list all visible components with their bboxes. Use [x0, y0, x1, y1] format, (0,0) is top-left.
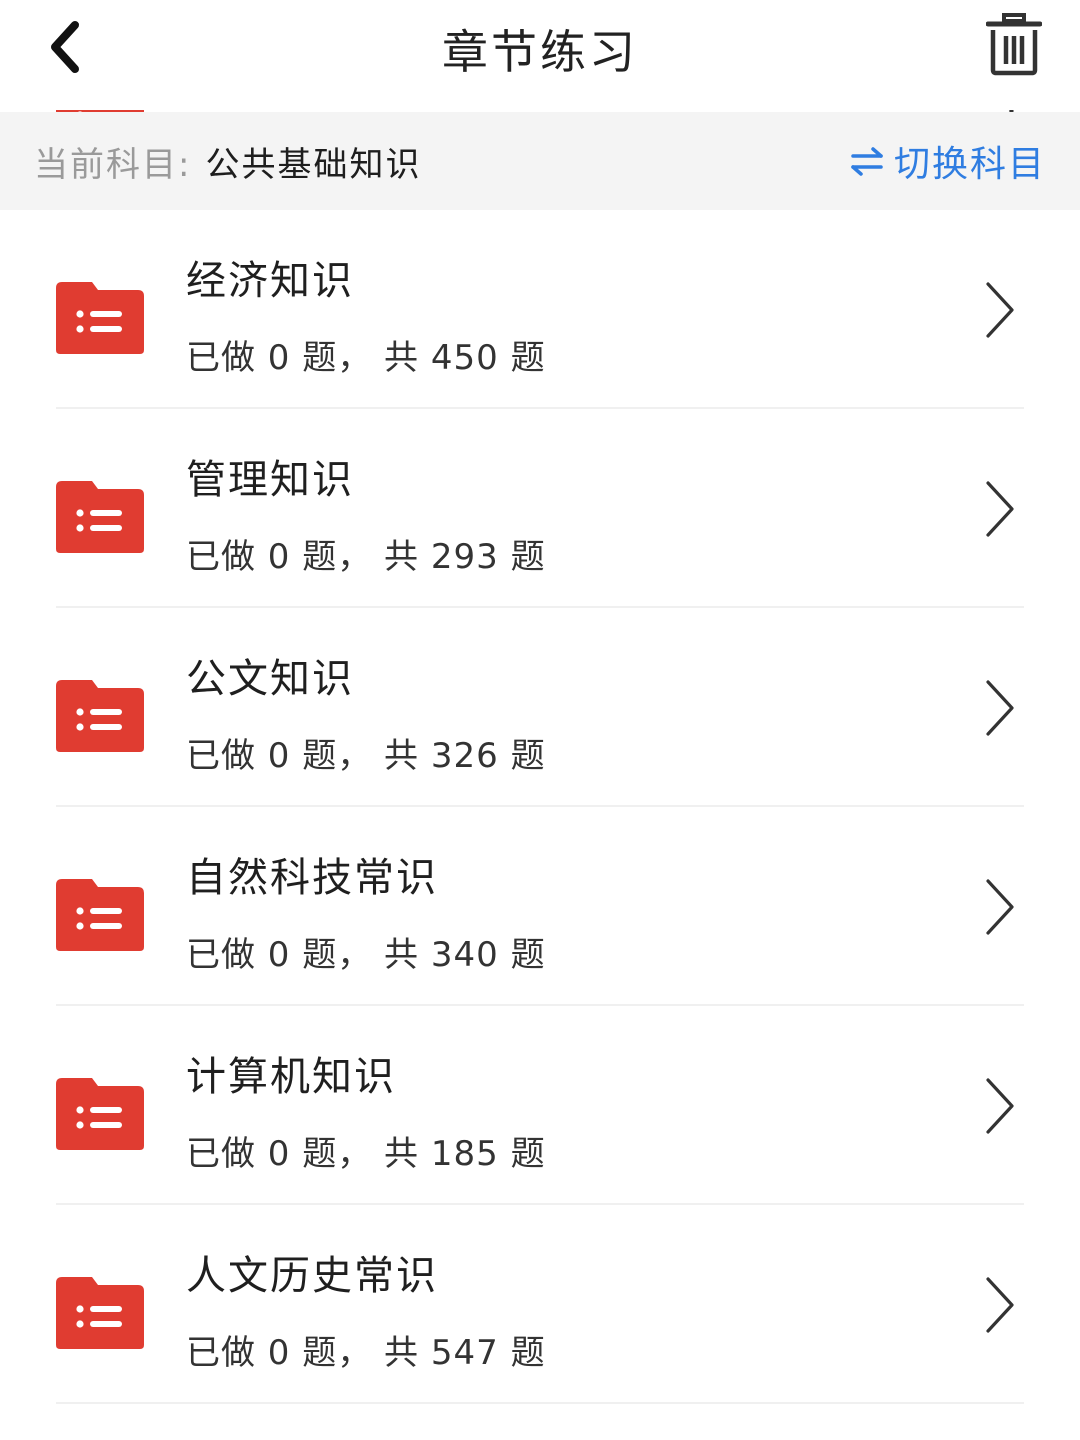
chevron-right-icon [986, 1277, 1014, 1333]
current-subject-value: 公共基础知识 [205, 144, 422, 185]
folder-list-icon [56, 1078, 144, 1150]
chapter-progress: 已做 0 题， 共 340 题 [186, 935, 546, 975]
chapter-progress: 已做 0 题， 共 326 题 [186, 736, 546, 776]
chapter-progress: 已做 0 题， 共 450 题 [186, 338, 546, 378]
chapter-list: 已做 0 题， 共 1647 题经济知识已做 0 题， 共 450 题管理知识已… [0, 110, 1080, 1440]
chapter-title: 管理知识 [186, 457, 354, 503]
chapter-row[interactable]: 计算机知识已做 0 题， 共 185 题 [0, 1006, 1080, 1205]
chapter-progress: 已做 0 题， 共 185 题 [186, 1134, 546, 1174]
chevron-right-icon [986, 282, 1014, 338]
chevron-right-icon [986, 1078, 1014, 1134]
chevron-right-icon [986, 680, 1014, 736]
folder-list-icon [56, 680, 144, 752]
folder-list-icon [56, 481, 144, 553]
switch-subject-button[interactable]: 切换科目 [850, 135, 1046, 187]
row-divider [56, 1402, 1024, 1404]
current-subject-bar: 当前科目: 公共基础知识 切换科目 [0, 112, 1080, 210]
chapter-row[interactable]: 公文知识已做 0 题， 共 326 题 [0, 608, 1080, 807]
folder-list-icon [56, 879, 144, 951]
chapter-progress: 已做 0 题， 共 293 题 [186, 537, 546, 577]
current-subject-label: 当前科目: [34, 144, 192, 185]
folder-list-icon [56, 1277, 144, 1349]
chapter-title: 公文知识 [186, 656, 354, 702]
chapter-row[interactable]: 人文历史常识已做 0 题， 共 547 题 [0, 1205, 1080, 1404]
chapter-row[interactable]: 自然科技常识已做 0 题， 共 340 题 [0, 807, 1080, 1006]
top-bar: 章节练习 [0, 0, 1080, 112]
chevron-right-icon [986, 879, 1014, 935]
swap-arrows-icon [851, 147, 883, 176]
chapter-row[interactable]: 经济知识已做 0 题， 共 450 题 [0, 210, 1080, 409]
chapter-row[interactable]: 管理知识已做 0 题， 共 293 题 [0, 409, 1080, 608]
chapter-title: 人文历史常识 [186, 1253, 438, 1299]
chapter-title: 经济知识 [186, 258, 354, 304]
page-title: 章节练习 [442, 25, 638, 79]
delete-button[interactable] [978, 8, 1050, 80]
folder-list-icon [56, 282, 144, 354]
chevron-right-icon [986, 481, 1014, 537]
chapter-progress: 已做 0 题， 共 547 题 [186, 1333, 546, 1373]
trash-icon [986, 13, 1042, 76]
chapter-title: 自然科技常识 [186, 855, 438, 901]
chapter-title: 计算机知识 [186, 1054, 396, 1100]
switch-subject-label: 切换科目 [893, 144, 1046, 185]
